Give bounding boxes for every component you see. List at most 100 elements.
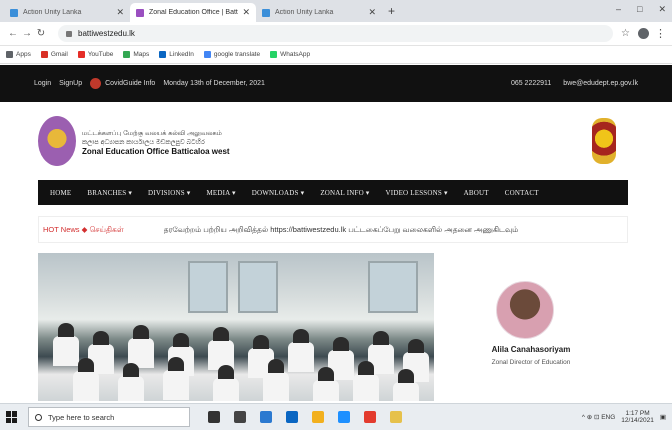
site-top-strip: Login SignUp CovidGuide Info Monday 13th… — [0, 65, 672, 102]
close-tab-icon[interactable]: ✕ — [368, 7, 376, 18]
reload-icon[interactable]: ↻ — [34, 28, 48, 39]
student-figure — [173, 333, 189, 347]
email-link[interactable]: bwe@edudept.ep.gov.lk — [563, 80, 638, 87]
zonal-office-logo[interactable] — [38, 116, 76, 166]
news-label: HOT News ◆ செய்திகள் — [43, 224, 124, 234]
notification-icon[interactable]: ▣ — [660, 413, 666, 421]
student-figure — [218, 365, 234, 379]
student-figure — [118, 376, 144, 401]
clock[interactable]: 1:17 PM 12/14/2021 — [621, 410, 654, 424]
taskbar-search-input[interactable]: Type here to search — [28, 407, 190, 427]
edge-icon[interactable] — [338, 411, 350, 423]
browser-tab-bar: Action Unity Lanka ✕ Zonal Education Off… — [0, 0, 672, 22]
student-figure — [293, 329, 309, 343]
bookmark-label: google translate — [213, 51, 261, 58]
store-icon[interactable] — [260, 411, 272, 423]
bookmark-label: Maps — [133, 51, 150, 58]
bookmark-item[interactable]: google translate — [203, 51, 261, 58]
bookmark-favicon-icon — [40, 51, 48, 58]
tab-1[interactable]: Zonal Education Office | Batticaloa ✕ — [130, 3, 256, 22]
forward-arrow-icon[interactable]: → — [20, 28, 34, 39]
bookmark-favicon-icon — [123, 51, 131, 58]
student-figure — [398, 369, 414, 383]
tab-title: Action Unity Lanka — [23, 9, 82, 16]
signup-link[interactable]: SignUp — [59, 80, 82, 87]
nav-divisions[interactable]: DIVISIONS ▾ — [148, 189, 190, 197]
director-profile: Alila Canahasoriyam Zonal Director of Ed… — [434, 253, 628, 401]
title-english: Zonal Education Office Batticaloa west — [82, 147, 230, 156]
window-shape — [188, 261, 228, 313]
nav-contact[interactable]: CONTACT — [505, 189, 539, 197]
student-figure — [333, 337, 349, 351]
profile-avatar-icon[interactable] — [638, 28, 649, 39]
paint-icon[interactable] — [390, 411, 402, 423]
student-figure — [313, 380, 339, 401]
student-figure — [93, 331, 109, 345]
student-figure — [53, 336, 79, 366]
tray-icons[interactable]: ^ ⊕ ⊡ ENG — [582, 413, 615, 421]
close-tab-icon[interactable]: ✕ — [116, 7, 124, 18]
search-placeholder: Type here to search — [48, 412, 115, 422]
close-window-button[interactable]: ✕ — [658, 4, 666, 15]
site-title: மட்டக்களப்பு மேற்கு வலயக் கல்வி அலுவலகம்… — [82, 129, 230, 156]
outlook-icon[interactable] — [286, 411, 298, 423]
maximize-button[interactable]: □ — [637, 4, 642, 15]
director-photo — [496, 281, 554, 339]
nav-video-lessons[interactable]: VIDEO LESSONS ▾ — [386, 189, 448, 197]
bookmark-item[interactable]: Maps — [123, 51, 149, 58]
new-tab-button[interactable]: + — [388, 3, 395, 22]
tab-favicon-icon — [10, 8, 18, 17]
menu-kebab-icon[interactable]: ⋮ — [655, 27, 666, 40]
news-text[interactable]: தரவேற்றம் பற்றிய அறிவித்தல் https://batt… — [164, 225, 519, 235]
bookmark-star-icon[interactable]: ☆ — [621, 28, 630, 39]
covid-info-link[interactable]: CovidGuide Info — [90, 78, 155, 89]
login-link[interactable]: Login — [34, 80, 51, 87]
student-figure — [263, 372, 289, 401]
nav-media[interactable]: MEDIA ▾ — [207, 189, 236, 197]
bookmark-item[interactable]: Apps — [6, 51, 31, 58]
chrome-icon[interactable] — [364, 411, 376, 423]
url-input[interactable]: battiwestzedu.lk — [58, 25, 614, 42]
file-explorer-icon[interactable] — [312, 411, 324, 423]
bookmark-favicon-icon — [270, 51, 278, 58]
clock-time: 1:17 PM — [625, 410, 650, 417]
bookmark-item[interactable]: Gmail — [40, 51, 68, 58]
nav-downloads[interactable]: DOWNLOADS ▾ — [252, 189, 305, 197]
student-figure — [73, 371, 99, 401]
student-figure — [133, 325, 149, 339]
national-emblem-logo — [592, 118, 616, 164]
site-header: மட்டக்களப்பு மேற்கு வலயக் கல்வி அலுவலகம்… — [0, 102, 672, 180]
bookmark-item[interactable]: WhatsApp — [270, 51, 310, 58]
student-figure — [168, 357, 184, 371]
tab-favicon-icon — [136, 8, 144, 17]
covid-info-label: CovidGuide Info — [105, 80, 156, 87]
student-figure — [213, 327, 229, 341]
taskbar-pinned-apps — [208, 411, 402, 423]
student-figure — [358, 361, 374, 375]
student-figure — [78, 358, 94, 372]
bookmark-label: Apps — [16, 51, 31, 58]
task-view-icon[interactable] — [234, 411, 246, 423]
nav-branches[interactable]: BRANCHES ▾ — [87, 189, 132, 197]
cortana-icon[interactable] — [208, 411, 220, 423]
phone-number: 065 2222911 — [510, 80, 552, 87]
windows-start-icon[interactable] — [6, 411, 18, 423]
nav-home[interactable]: HOME — [50, 189, 71, 197]
bookmark-item[interactable]: YouTube — [77, 51, 113, 58]
close-tab-icon[interactable]: ✕ — [242, 7, 250, 18]
tab-title: Zonal Education Office | Batticaloa — [149, 9, 239, 16]
title-tamil: மட்டக்களப்பு மேற்கு வலயக் கல்வி அலுவலகம் — [82, 130, 222, 137]
nav-about[interactable]: ABOUT — [464, 189, 489, 197]
minimize-button[interactable]: – — [616, 4, 621, 15]
bookmark-item[interactable]: LinkedIn — [159, 51, 194, 58]
bookmark-label: WhatsApp — [280, 51, 311, 58]
tab-title: Action Unity Lanka — [275, 9, 334, 16]
lock-icon — [66, 30, 72, 37]
back-arrow-icon[interactable]: ← — [6, 28, 20, 39]
tab-0[interactable]: Action Unity Lanka ✕ — [4, 3, 130, 22]
student-figure — [163, 370, 189, 400]
address-bar-row: ← → ↻ battiwestzedu.lk ☆ ⋮ — [0, 22, 672, 46]
tab-2[interactable]: Action Unity Lanka ✕ — [256, 3, 382, 22]
url-text: battiwestzedu.lk — [78, 29, 135, 38]
nav-zonal-info[interactable]: ZONAL INFO ▾ — [320, 189, 369, 197]
